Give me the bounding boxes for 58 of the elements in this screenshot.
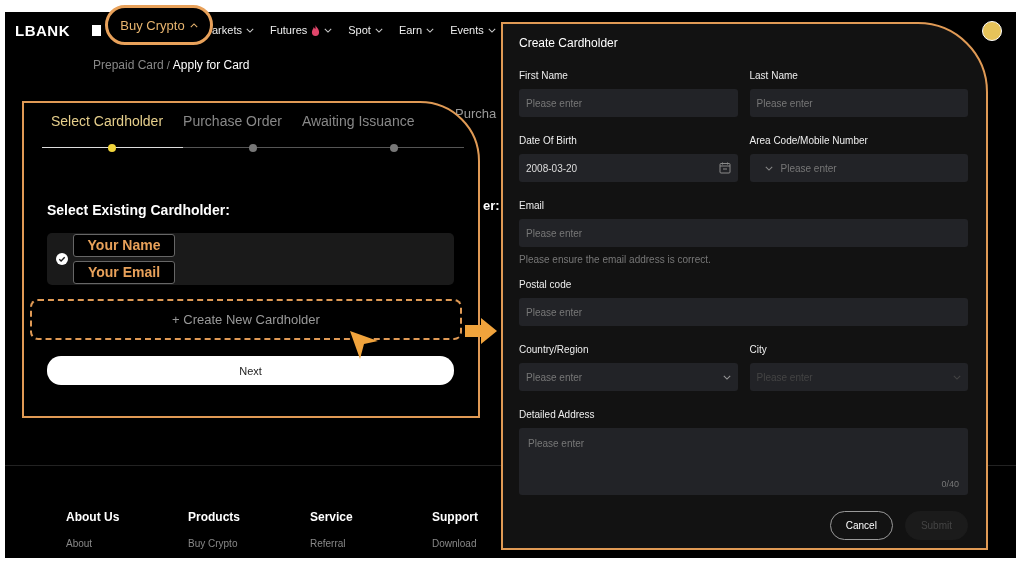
dialog-title: Create Cardholder: [519, 36, 619, 50]
field-label: City: [749, 344, 768, 355]
footer-heading: About Us: [66, 510, 121, 524]
chevron-down-icon: [374, 27, 383, 33]
field-label: Email: [519, 200, 545, 211]
chevron-down-icon: [953, 374, 961, 380]
nav-menu-item[interactable]: Events: [450, 24, 496, 36]
step-label: Purcha: [455, 106, 497, 121]
field-label: First Name: [519, 70, 569, 81]
footer-heading: Support: [432, 510, 479, 524]
date-field[interactable]: 2008-03-20: [519, 154, 738, 182]
nav-menu-item[interactable]: Earn: [398, 24, 435, 36]
chevron-down-icon: [426, 27, 435, 33]
footer-heading: Products: [188, 510, 241, 524]
character-counter: 0/40: [941, 479, 959, 489]
email-label: Your Email: [73, 261, 175, 284]
breadcrumb-separator: /: [166, 59, 170, 71]
logo[interactable]: LBANK: [15, 21, 70, 39]
input-field[interactable]: Please enter: [749, 89, 968, 117]
name-label: Your Name: [73, 234, 175, 257]
field-label: Date Of Birth: [519, 135, 578, 146]
section-heading: er:: [483, 198, 500, 213]
step-tab[interactable]: Select Cardholder: [51, 113, 164, 129]
input-field[interactable]: Please enter: [519, 219, 968, 247]
footer-link[interactable]: Buy Crypto: [188, 538, 310, 549]
footer-link[interactable]: About: [66, 538, 188, 549]
field-label: Country/Region: [519, 344, 590, 355]
input-field[interactable]: Please enter: [519, 298, 968, 326]
footer-heading: Service: [310, 510, 354, 524]
chevron-down-icon: [764, 165, 773, 171]
nav-menu-item[interactable]: Futures: [269, 24, 333, 36]
step-tab[interactable]: Purchase Order: [183, 113, 282, 129]
field-label: Last Name: [749, 70, 799, 81]
field-label: Postal code: [519, 279, 573, 290]
buy-crypto-menu[interactable]: Buy Crypto: [105, 5, 213, 45]
text-area[interactable]: Please enter 0/40: [519, 428, 968, 495]
field-label: Area Code/Mobile Number: [749, 135, 869, 146]
input-field[interactable]: Please enter: [519, 89, 738, 117]
step-tab[interactable]: Awaiting Issuance: [301, 113, 415, 129]
cardholder-option[interactable]: Your Name Your Email: [47, 233, 454, 285]
right-arrow-icon: [465, 318, 497, 344]
next-button[interactable]: Next: [47, 356, 454, 385]
phone-field[interactable]: Please enter: [749, 154, 968, 182]
cursor-icon: [350, 331, 378, 359]
chevron-down-icon: [487, 27, 496, 33]
calendar-icon: [718, 162, 731, 174]
chevron-down-icon: [722, 374, 731, 380]
chevron-down-icon: [324, 27, 333, 33]
field-hint: Please ensure the email address is correct.: [519, 254, 712, 265]
breadcrumb-link[interactable]: Prepaid Card: [93, 58, 164, 72]
select-field[interactable]: Please enter: [519, 363, 738, 391]
footer-link[interactable]: Referral: [310, 538, 432, 549]
field-label: Detailed Address: [519, 409, 596, 420]
nav-menu-item[interactable]: Spot: [348, 24, 383, 36]
dialog-button[interactable]: Cancel: [829, 511, 893, 540]
chevron-down-icon: [245, 27, 254, 33]
nav-menu-item[interactable]: arkets: [212, 24, 254, 36]
section-heading: Select Existing Cardholder:: [47, 202, 231, 218]
